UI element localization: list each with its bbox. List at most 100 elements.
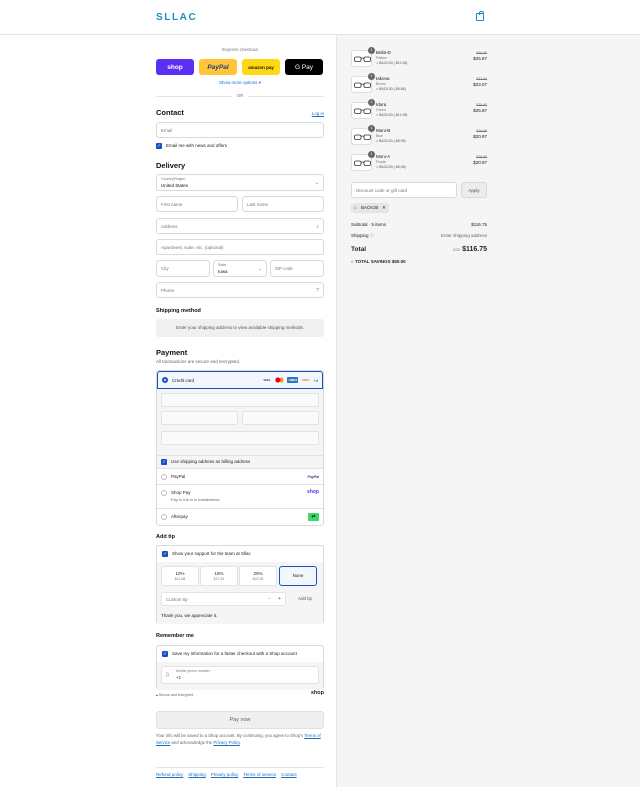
tip-pct: 20% [253,571,263,576]
item-discount-code: BACK30 (-$9.88) [379,87,406,91]
contact-link[interactable]: Contact [281,772,297,777]
increment-button[interactable]: + [278,596,281,602]
tip-option-10[interactable]: 10% $11.68 [161,566,199,586]
credit-card-option[interactable]: Credit card VISA MC AMEX DISC +4 [157,371,323,389]
cart-item: 1 Moni-B Blue ⌂ BACK30 (-$8.98) $29.95 $20.97 [351,125,487,150]
shop-pay-option[interactable]: Shop Pay Pay in full or in installments … [157,484,323,508]
remember-me-title: Remember me [156,633,194,639]
paypal-option[interactable]: PayPal PayPal [157,468,323,484]
help-icon[interactable]: ? [316,288,319,294]
applied-discount-tag: ⌂ BACK30 ✕ [351,203,389,213]
shop-pay-label: Shop Pay [171,490,191,495]
paypal-radio[interactable] [161,474,167,480]
city-field[interactable]: City [156,260,210,277]
login-link[interactable]: Log in [312,111,324,116]
state-select[interactable]: State Iowa ⌄ [213,260,267,277]
order-summary: 1 Bella-D Pattern ⌂ BACK30 (-$11.08) $36.95 $… [336,35,640,787]
subtotal-value: $116.75 [471,222,487,227]
mobile-value: +1 [176,675,182,680]
item-color: Pattern [376,56,388,60]
card-number-field[interactable] [161,393,319,407]
shop-pay-radio[interactable] [161,490,167,496]
item-name: Idora [376,102,387,107]
billing-checkbox[interactable]: ✓ [161,459,167,465]
google-pay-button[interactable]: G Pay [285,59,323,75]
discount-input[interactable]: Discount code or gift card [351,182,457,198]
tip-option-15[interactable]: 15% $17.51 [200,566,238,586]
afterpay-radio[interactable] [161,514,167,520]
amazon-pay-button[interactable]: amazon pay [242,59,280,75]
item-price: $25.87 [473,108,487,113]
item-color: Green [376,108,386,112]
expiry-field[interactable] [161,411,238,425]
credit-card-radio[interactable] [162,377,168,383]
paypal-button[interactable]: PayPal [199,59,237,75]
card-details [157,389,323,455]
shop-pay-button[interactable]: shop [156,59,194,75]
shipping-row: Shipping ⓘ Enter shipping address [351,233,487,239]
item-price: $23.07 [473,82,487,87]
shop-logo: shop [307,489,319,495]
name-on-card-field[interactable] [161,431,319,445]
tip-pct: 10% [175,571,185,576]
last-name-field[interactable]: Last name [242,196,324,212]
express-checkout-title: Express checkout [222,47,258,52]
chevron-down-icon: ⌄ [314,180,319,186]
item-name: Iakona [376,76,390,81]
cart-item: 1 Bella-D Pattern ⌂ BACK30 (-$11.08) $36.95 $… [351,47,487,72]
city-placeholder: City [161,266,169,271]
store-logo[interactable]: SLLAC [156,12,197,23]
shipping-link[interactable]: Shipping [188,772,206,777]
discount-placeholder: Discount code or gift card [356,188,408,193]
info-icon[interactable]: ⓘ [370,233,374,238]
privacy-policy-link[interactable]: Privacy Policy [213,740,239,745]
afterpay-label: Afterpay [171,514,188,519]
remove-discount-icon[interactable]: ✕ [382,203,386,213]
quantity-badge: 1 [368,47,375,54]
zip-field[interactable]: ZIP code [270,260,324,277]
pay-now-button[interactable]: Pay now [156,711,324,729]
privacy-policy-footer-link[interactable]: Privacy policy [211,772,239,777]
cart-item: 1 Iakona Brown ⌂ BACK30 (-$9.88) $32.95 $23.0… [351,73,487,98]
show-more-options[interactable]: Show more options ▾ [156,80,324,86]
tip-support-label: Show your support for the team at Sllac [172,551,251,556]
item-discount-code: BACK30 (-$11.08) [379,113,408,117]
glasses-icon [354,108,371,114]
apartment-field[interactable]: Apartment, suite, etc. (optional) [156,239,324,255]
email-field[interactable]: Email [156,122,324,138]
apply-button[interactable]: Apply [461,182,487,198]
decrement-button[interactable]: − [268,596,271,602]
apartment-placeholder: Apartment, suite, etc. (optional) [161,245,224,250]
news-checkbox[interactable]: ✓ [156,143,162,149]
tip-option-20[interactable]: 20% $23.35 [239,566,277,586]
item-original-price: $36.95 [476,103,487,107]
security-code-field[interactable] [242,411,319,425]
save-info-checkbox[interactable]: ✓ [162,651,168,657]
tip-checkbox[interactable]: ✓ [162,551,168,557]
chevron-down-icon: ⌄ [257,266,262,272]
item-discount: ⌂ BACK30 (-$8.98) [376,139,406,143]
terms-part3: . [239,739,241,745]
refund-policy-link[interactable]: Refund policy [156,772,183,777]
lock-icon: 🔒︎ [156,693,158,697]
first-name-field[interactable]: First name [156,196,238,212]
discover-icon: DISC [302,378,310,382]
shopping-bag-icon[interactable] [476,11,484,21]
custom-tip-input[interactable]: Custom tip − + [161,592,286,606]
phone-field[interactable]: Phone ? [156,282,324,298]
address-field[interactable]: Address ⌕ [156,218,324,234]
billing-address-row: ✓ Use shipping address as billing addres… [157,455,323,468]
mobile-phone-field[interactable]: ▯ Mobile phone number +1 [161,666,319,684]
terms-of-service-footer-link[interactable]: Terms of service [243,772,276,777]
add-tip-button[interactable]: Add tip [291,592,319,606]
tip-option-none[interactable]: None [279,566,317,586]
mastercard-icon: MC [274,377,286,383]
afterpay-option[interactable]: Afterpay ⇄ [157,508,323,525]
savings-row: ⌂ TOTAL SAVINGS $50.00 [351,259,487,264]
secure-note: 🔒︎ Secure and encrypted [156,693,193,697]
shipping-method-title: Shipping method [156,308,201,314]
contact-title: Contact [156,108,184,117]
country-select[interactable]: Country/Region United States ⌄ [156,174,324,191]
product-thumbnail: 1 [351,47,375,67]
chevron-down-icon: ▾ [258,80,262,85]
